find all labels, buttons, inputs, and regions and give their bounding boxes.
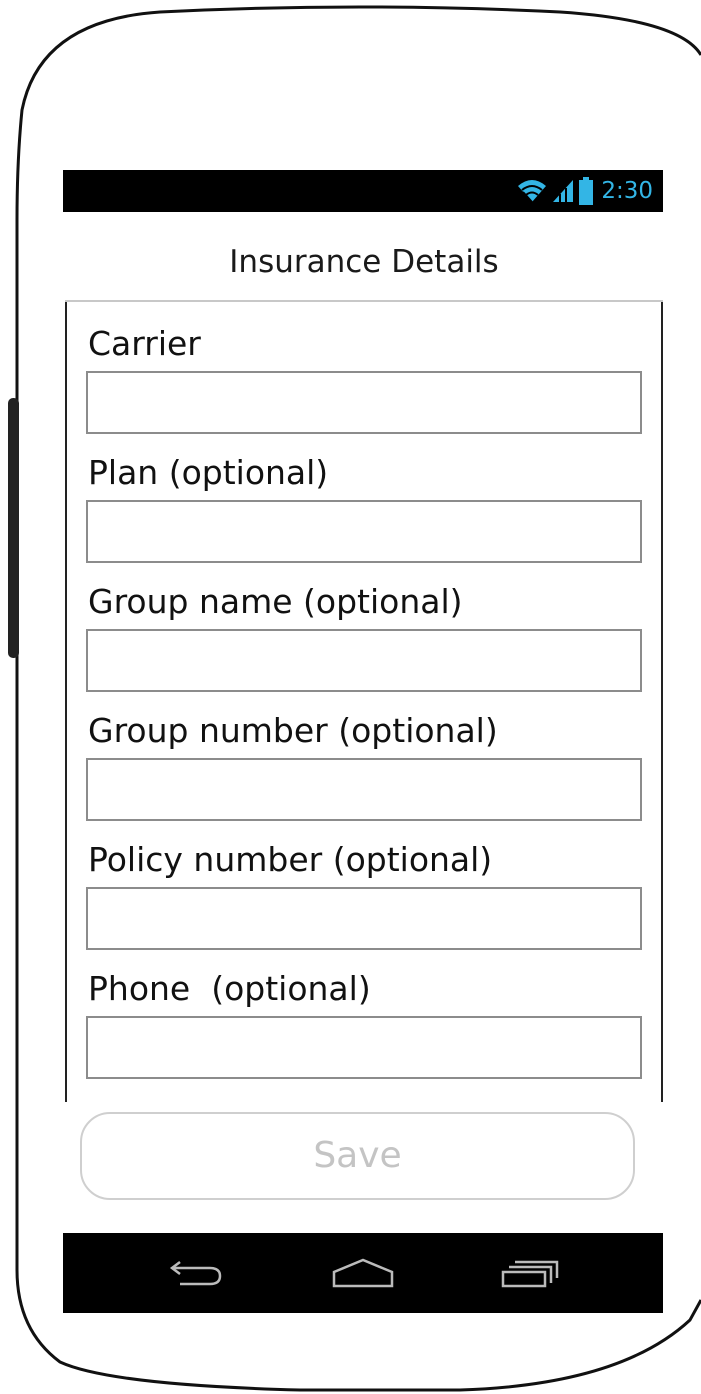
- back-button[interactable]: [161, 1253, 231, 1293]
- group-number-input[interactable]: [86, 758, 642, 821]
- content-divider-right: [661, 302, 663, 1102]
- content-divider-left: [65, 302, 67, 1102]
- navigation-bar: [63, 1233, 663, 1313]
- phone-screen: 2:30 Insurance Details Carrier Plan (opt…: [63, 170, 663, 1313]
- back-icon: [166, 1256, 226, 1290]
- carrier-label: Carrier: [88, 324, 201, 363]
- battery-icon: [579, 177, 594, 205]
- policy-number-label: Policy number (optional): [88, 840, 493, 879]
- side-button: [8, 398, 19, 658]
- page-title: Insurance Details: [229, 244, 499, 280]
- plan-input[interactable]: [86, 500, 642, 563]
- group-number-label: Group number (optional): [88, 711, 498, 750]
- recent-apps-icon: [499, 1256, 561, 1290]
- status-bar: 2:30: [63, 170, 663, 212]
- group-name-label: Group name (optional): [88, 582, 463, 621]
- signal-icon: [551, 178, 575, 204]
- phone-input[interactable]: [86, 1016, 642, 1079]
- save-button[interactable]: Save: [80, 1112, 635, 1200]
- plan-label: Plan (optional): [88, 453, 329, 492]
- group-name-input[interactable]: [86, 629, 642, 692]
- home-button[interactable]: [328, 1253, 398, 1293]
- title-bar: Insurance Details: [65, 212, 663, 302]
- phone-label: Phone (optional): [88, 969, 371, 1008]
- home-icon: [330, 1256, 396, 1290]
- wifi-icon: [517, 178, 547, 204]
- status-time: 2:30: [601, 178, 653, 204]
- policy-number-input[interactable]: [86, 887, 642, 950]
- carrier-input[interactable]: [86, 371, 642, 434]
- recent-apps-button[interactable]: [495, 1253, 565, 1293]
